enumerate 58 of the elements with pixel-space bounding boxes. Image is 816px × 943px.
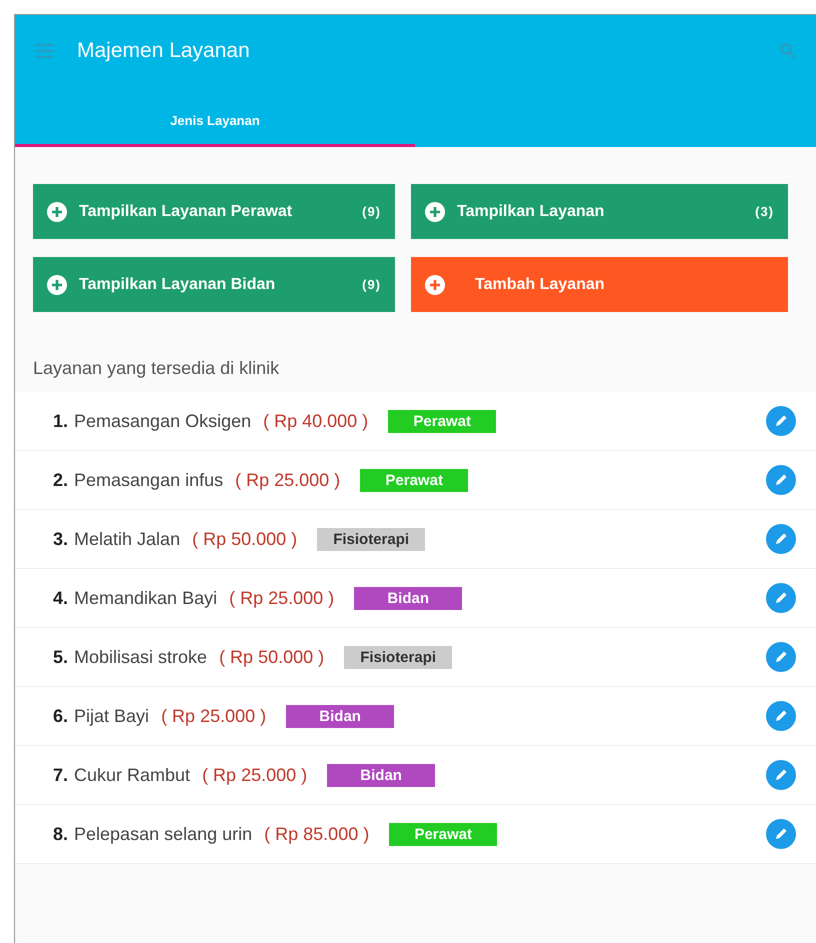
action-button[interactable]: Tampilkan Layanan Perawat (9) — [33, 184, 395, 239]
edit-icon[interactable] — [766, 760, 796, 790]
item-number: 2. — [53, 470, 68, 490]
service-name: Pijat Bayi — [74, 706, 150, 726]
button-label: Tampilkan Layanan — [457, 202, 606, 220]
service-name: Pelepasan selang urin — [74, 824, 252, 844]
category-tag: Fisioterapi — [317, 528, 426, 550]
service-price: ( Rp 25.000 ) — [229, 588, 334, 608]
category-tag: Fisioterapi — [344, 646, 452, 668]
service-price: ( Rp 85.000 ) — [264, 824, 370, 844]
service-name: Memandikan Bayi — [74, 588, 218, 608]
count-label: (3) — [755, 204, 774, 219]
edit-icon[interactable] — [766, 642, 796, 672]
count-label: (9) — [362, 204, 381, 219]
app-title: Majemen Layanan — [77, 39, 251, 63]
action-button[interactable]: Tampilkan Layanan Bidan (9) — [33, 257, 395, 312]
service-price: ( Rp 40.000 ) — [263, 410, 368, 432]
service-price: ( Rp 25.000 ) — [235, 470, 340, 490]
section-title: Layanan yang tersedia di klinik — [32, 357, 280, 380]
edit-icon[interactable] — [766, 524, 796, 554]
item-number: 1. — [53, 410, 68, 432]
count-label: (9) — [362, 277, 381, 292]
service-price: ( Rp 50.000 ) — [219, 646, 324, 668]
service-name: Cukur Rambut — [74, 764, 190, 786]
plus-icon — [47, 202, 67, 222]
service-name: Melatih Jalan — [74, 528, 180, 550]
edit-icon[interactable] — [766, 701, 796, 731]
plus-icon — [425, 274, 445, 294]
edit-icon[interactable] — [766, 819, 796, 849]
action-button[interactable]: Tambah Layanan — [411, 257, 788, 312]
plus-icon — [47, 274, 67, 294]
button-label: Tampilkan Layanan Perawat — [79, 202, 294, 220]
service-price: ( Rp 25.000 ) — [161, 706, 266, 726]
category-tag: Bidan — [354, 586, 462, 610]
item-number: 8. — [53, 824, 68, 844]
service-price: ( Rp 25.000 ) — [202, 764, 308, 786]
action-button[interactable]: Tampilkan Layanan (3) — [411, 184, 788, 239]
item-number: 7. — [53, 764, 68, 786]
category-tag: Bidan — [327, 764, 436, 786]
service-price: ( Rp 50.000 ) — [192, 528, 298, 550]
edit-icon[interactable] — [766, 465, 796, 495]
item-number: 3. — [53, 528, 68, 550]
button-label: Tambah Layanan — [475, 276, 606, 294]
category-tag: Perawat — [360, 468, 468, 492]
service-name: Pemasangan Oksigen — [74, 410, 252, 432]
item-number: 5. — [53, 646, 68, 668]
category-tag: Bidan — [286, 704, 394, 728]
item-number: 6. — [53, 706, 68, 726]
plus-icon — [425, 202, 445, 222]
item-number: 4. — [53, 588, 68, 608]
service-name: Pemasangan infus — [74, 470, 224, 490]
category-tag: Perawat — [388, 410, 496, 432]
tab[interactable]: Jenis Layanan — [15, 113, 415, 147]
category-tag: Perawat — [389, 822, 498, 846]
service-name: Mobilisasi stroke — [74, 646, 208, 668]
button-label: Tampilkan Layanan Bidan — [79, 276, 276, 294]
edit-icon[interactable] — [766, 406, 796, 436]
edit-icon[interactable] — [766, 583, 796, 613]
